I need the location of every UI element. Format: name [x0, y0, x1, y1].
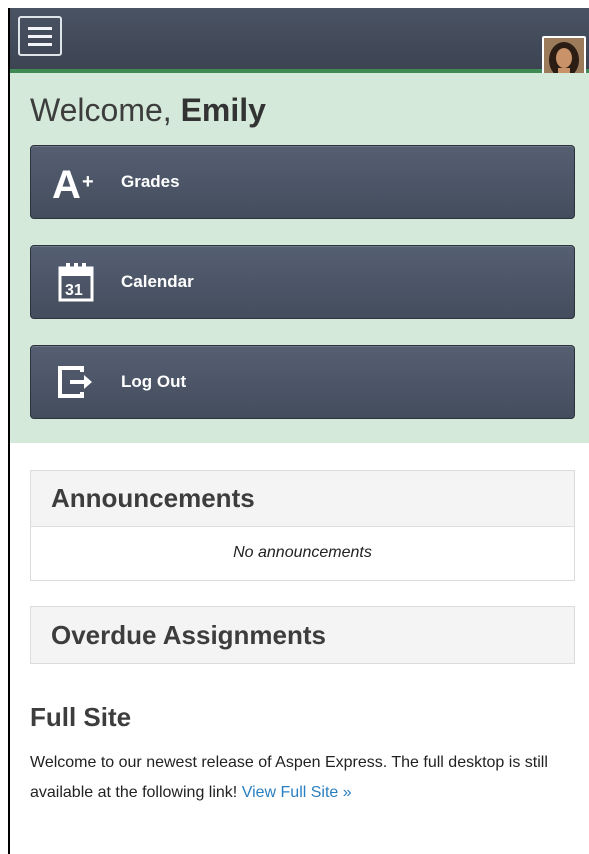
- view-full-site-link[interactable]: View Full Site »: [242, 784, 352, 801]
- menu-bar: [28, 34, 52, 38]
- announcements-panel: Announcements No announcements: [30, 470, 575, 581]
- avatar-photo-icon: [544, 38, 584, 78]
- full-site-description: Welcome to our newest release of Aspen E…: [30, 748, 550, 808]
- welcome-heading: Welcome, Emily: [30, 92, 266, 129]
- grades-button[interactable]: A + Grades: [30, 145, 575, 219]
- menu-bar: [28, 26, 52, 30]
- svg-text:+: +: [82, 171, 94, 193]
- log-out-button[interactable]: Log Out: [30, 345, 575, 419]
- log-out-label: Log Out: [121, 372, 187, 391]
- calendar-button[interactable]: 31 Calendar: [30, 245, 575, 319]
- welcome-greeting: Welcome,: [30, 92, 172, 128]
- grades-label: Grades: [121, 172, 180, 191]
- hamburger-menu-icon[interactable]: [18, 16, 62, 56]
- svg-text:31: 31: [65, 282, 83, 299]
- full-site-heading: Full Site: [30, 702, 132, 732]
- svg-text:A: A: [52, 163, 81, 204]
- announcements-empty-message: No announcements: [233, 544, 372, 561]
- log-out-icon: [47, 355, 105, 409]
- announcements-title: Announcements: [31, 471, 574, 527]
- top-navbar: [10, 8, 589, 70]
- grade-a-plus-icon: A +: [47, 155, 105, 209]
- calendar-label: Calendar: [121, 272, 194, 291]
- user-name: Emily: [180, 92, 266, 128]
- menu-bar: [28, 42, 52, 46]
- overdue-assignments-title[interactable]: Overdue Assignments: [31, 607, 574, 663]
- overdue-assignments-panel[interactable]: Overdue Assignments: [30, 606, 575, 664]
- calendar-icon: 31: [47, 255, 105, 309]
